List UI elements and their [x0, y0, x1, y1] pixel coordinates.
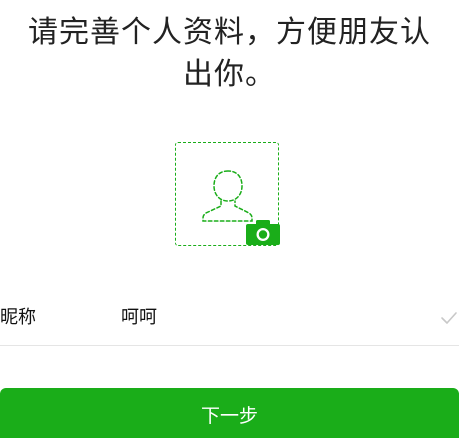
nickname-row: 昵称: [0, 292, 459, 346]
check-icon: [441, 312, 457, 324]
camera-icon[interactable]: [246, 219, 280, 245]
page-title-line-2: 出你。: [183, 57, 276, 92]
nickname-label: 昵称: [0, 307, 36, 328]
page-title-line-1: 请完善个人资料，方便朋友认: [28, 15, 431, 50]
page-title: 请完善个人资料，方便朋友认 出你。: [0, 12, 459, 96]
nickname-input[interactable]: [121, 304, 421, 332]
profile-setup-page: 请完善个人资料，方便朋友认 出你。 昵称 下一步: [0, 0, 459, 438]
next-button[interactable]: 下一步: [0, 388, 459, 438]
